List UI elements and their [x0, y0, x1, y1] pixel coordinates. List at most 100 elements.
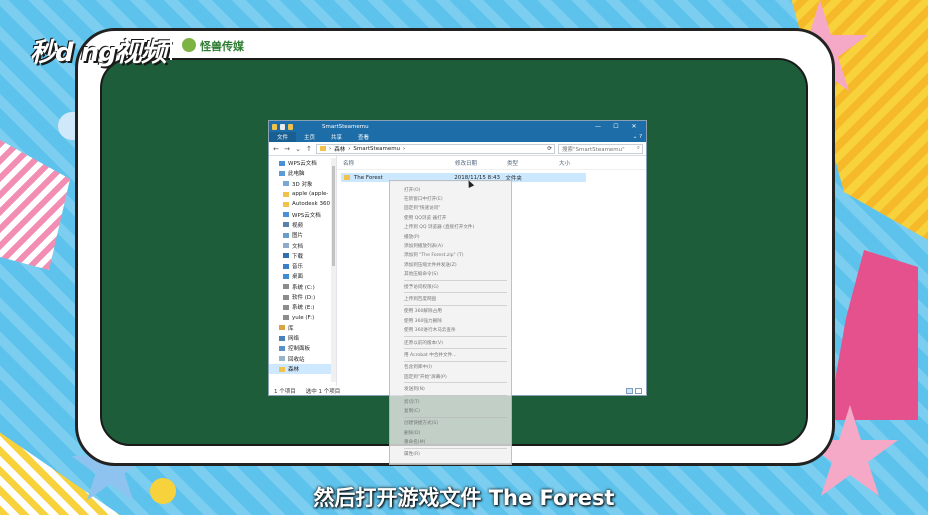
- context-menu-item-label: 还原以前的版本(V): [404, 340, 443, 346]
- context-menu-item[interactable]: 删除(D): [390, 428, 511, 437]
- sidebar-item[interactable]: Autodesk 360: [269, 199, 336, 209]
- sidebar-item[interactable]: 森林: [269, 363, 336, 375]
- large-icons-view-icon[interactable]: [635, 387, 642, 394]
- folder-icon: [320, 146, 326, 151]
- sidebar-item[interactable]: 系统 (E:): [269, 302, 336, 312]
- help-icon[interactable]: ⌄ ?: [629, 132, 646, 142]
- recent-locations-icon[interactable]: ⌄: [294, 145, 302, 153]
- column-size[interactable]: 大小: [553, 159, 593, 167]
- context-menu-item[interactable]: 发送到(N): [390, 384, 511, 393]
- drive-icon: [283, 315, 289, 321]
- context-menu-item[interactable]: 创建快捷方式(S): [390, 419, 511, 428]
- context-menu-item[interactable]: 使用 QQ浏览 器打开: [390, 213, 511, 222]
- context-menu-item[interactable]: 剪切(T): [390, 397, 511, 406]
- context-menu-item[interactable]: 在新窗口中打开(E): [390, 194, 511, 203]
- sidebar-item-label: 控制面板: [288, 346, 311, 353]
- column-name[interactable]: 名称: [337, 159, 449, 167]
- context-menu-item-label: 使用 360进行木马云查杀: [404, 328, 456, 334]
- search-icon: ⌕: [636, 145, 640, 151]
- sidebar-item[interactable]: 软件 (D:): [269, 292, 336, 302]
- nav-scrollbar[interactable]: [331, 158, 336, 382]
- context-menu-item-label: 其他压缩命令(S): [404, 272, 439, 278]
- folder-icon: [283, 201, 289, 207]
- breadcrumb-forest[interactable]: 森林: [334, 145, 345, 153]
- cloud-icon: [279, 160, 285, 166]
- path-separator-icon: ›: [329, 145, 332, 152]
- tab-view[interactable]: 查看: [350, 132, 377, 142]
- context-menu-item-label: 使用 QQ浏览 器打开: [404, 215, 447, 221]
- sidebar-item-label: Autodesk 360: [292, 201, 330, 208]
- context-menu-item[interactable]: 属性(R): [390, 450, 511, 459]
- context-menu-item-label: 授予访问权限(G): [404, 284, 439, 290]
- context-menu-item[interactable]: 上传到 QQ 浏览器 (直接打开文件): [390, 223, 511, 232]
- close-icon[interactable]: ✕: [625, 123, 643, 130]
- sidebar-item[interactable]: 音乐: [269, 261, 336, 271]
- maximize-icon[interactable]: ☐: [607, 123, 625, 130]
- address-bar[interactable]: › 森林 › SmartSteamemu › ⟳: [316, 143, 555, 154]
- sidebar-item[interactable]: 桌面: [269, 271, 336, 281]
- context-menu-item[interactable]: 复制(C): [390, 406, 511, 415]
- path-separator-icon: ›: [403, 145, 406, 152]
- sidebar-item[interactable]: 库: [269, 323, 336, 333]
- up-icon[interactable]: ↑: [305, 145, 313, 153]
- menu-separator: [404, 304, 507, 306]
- picture-icon: [283, 232, 289, 238]
- context-menu-item[interactable]: 上传到百度网盘: [390, 294, 511, 303]
- sidebar-item[interactable]: 控制面板: [269, 343, 336, 353]
- sidebar-item[interactable]: 回收站: [269, 354, 336, 364]
- search-input[interactable]: 搜索"SmartSteamemu" ⌕: [558, 143, 643, 154]
- breadcrumb-smartsteamemu[interactable]: SmartSteamemu: [353, 146, 400, 152]
- context-menu-item-label: 包含到库中(I): [404, 365, 432, 371]
- context-menu-item[interactable]: 添加到压缩文件并发送(Z): [390, 260, 511, 269]
- tab-share[interactable]: 共享: [323, 132, 350, 142]
- context-menu-item-label: 剪切(T): [404, 399, 420, 405]
- sidebar-item[interactable]: WPS云文档: [269, 158, 336, 168]
- refresh-icon[interactable]: ⟳: [547, 146, 554, 152]
- context-menu-item[interactable]: 其他压缩命令(S): [390, 270, 511, 279]
- context-menu-item-label: 上传到百度网盘: [404, 296, 437, 302]
- desktop-icon: [283, 273, 289, 279]
- selected-count: 选中 1 个项目: [305, 388, 341, 395]
- context-menu-item[interactable]: 固定到"快速访问": [390, 204, 511, 213]
- sidebar-item[interactable]: 文档: [269, 240, 336, 250]
- download-icon: [283, 253, 289, 259]
- sidebar-item[interactable]: 系统 (C:): [269, 282, 336, 292]
- sidebar-item-label: 库: [288, 325, 294, 332]
- column-modified[interactable]: 修改日期: [449, 159, 501, 167]
- back-icon[interactable]: ←: [272, 145, 280, 153]
- sidebar-item[interactable]: 视频: [269, 220, 336, 230]
- row-type: 文件夹: [505, 175, 522, 182]
- context-menu-item[interactable]: 使用 360解除占用: [390, 307, 511, 316]
- context-menu-item[interactable]: 使用 360进行木马云查杀: [390, 325, 511, 334]
- sidebar-item[interactable]: 此电脑: [269, 168, 336, 178]
- context-menu-item[interactable]: 打开(O): [390, 185, 511, 194]
- column-type[interactable]: 类型: [501, 159, 553, 167]
- context-menu-item[interactable]: 重命名(M): [390, 437, 511, 446]
- context-menu-item-label: 复制(C): [404, 408, 420, 414]
- minimize-icon[interactable]: —: [589, 123, 607, 130]
- details-view-icon[interactable]: [626, 387, 633, 394]
- context-menu-item-label: 播放(P): [404, 234, 420, 240]
- context-menu-item[interactable]: 固定到"开始"屏幕(P): [390, 372, 511, 381]
- sidebar-item[interactable]: apple (apple-: [269, 189, 336, 199]
- sidebar-item[interactable]: WPS云文档: [269, 209, 336, 219]
- context-menu-item[interactable]: 还原以前的版本(V): [390, 338, 511, 347]
- forward-icon[interactable]: →: [283, 145, 291, 153]
- sidebar-item[interactable]: 下载: [269, 251, 336, 261]
- sidebar-item[interactable]: 网络: [269, 333, 336, 343]
- sidebar-item[interactable]: 3D 对象: [269, 179, 336, 189]
- control-panel-icon: [279, 345, 285, 351]
- context-menu-item[interactable]: 播放(P): [390, 232, 511, 241]
- context-menu-item[interactable]: 添加到 "The Forest.zip" (T): [390, 251, 511, 260]
- address-row: ← → ⌄ ↑ › 森林 › SmartSteamemu › ⟳ 搜索"Smar…: [269, 142, 646, 156]
- tab-home[interactable]: 主页: [296, 132, 323, 142]
- context-menu-item[interactable]: 包含到库中(I): [390, 363, 511, 372]
- context-menu-item[interactable]: 授予访问权限(G): [390, 282, 511, 291]
- sidebar-item[interactable]: yule (F:): [269, 312, 336, 322]
- folder-icon: [288, 123, 293, 130]
- sidebar-item[interactable]: 图片: [269, 230, 336, 240]
- tab-file[interactable]: 文件: [269, 132, 297, 142]
- context-menu-item[interactable]: 用 Acrobat 中合并文件...: [390, 350, 511, 359]
- context-menu-item[interactable]: 添加到播放列表(A): [390, 241, 511, 250]
- context-menu-item[interactable]: 使用 360强力删除: [390, 316, 511, 325]
